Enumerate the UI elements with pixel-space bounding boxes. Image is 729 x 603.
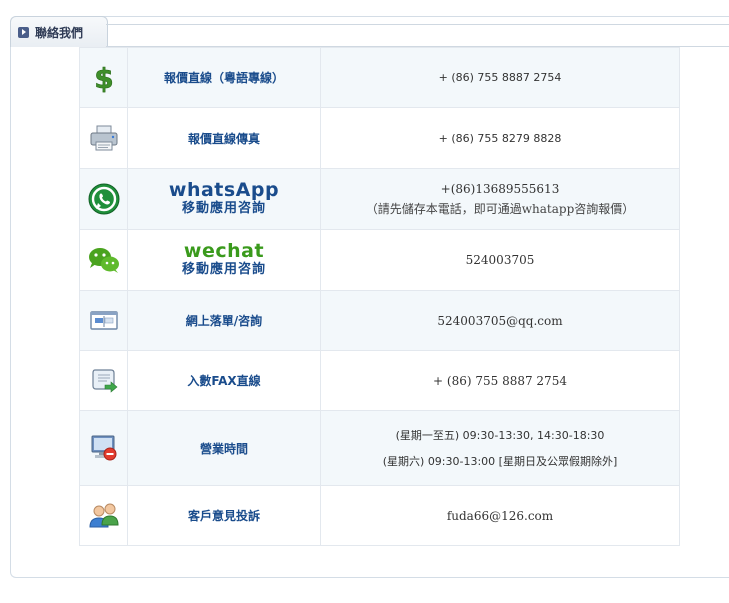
row-label: 報價直線傳真 — [187, 131, 260, 146]
row-label: 入數FAX直線 — [187, 374, 261, 388]
fax-line-value: + (86) 755 8887 2754 — [433, 373, 567, 388]
fax-machine-icon — [89, 124, 119, 152]
hours-weekday: (星期一至五) 09:30-13:30, 14:30-18:30 — [395, 429, 605, 442]
wechat-label: wechat — [183, 240, 265, 262]
table-row: 網上落單/咨詢 524003705@qq.com — [80, 291, 680, 351]
complaint-email: fuda66@126.com — [446, 508, 554, 523]
whatsapp-number: +(86)13689555613 — [440, 181, 560, 196]
row-label: 網上落單/咨詢 — [185, 314, 263, 328]
whatsapp-note: （請先儲存本電話，即可通過whatapp咨詢報價） — [365, 201, 635, 216]
email-value: 524003705@qq.com — [437, 313, 563, 328]
table-row: 客戶意見投訴 fuda66@126.com — [80, 486, 680, 546]
hours-saturday: (星期六) 09:30-13:00 [星期日及公眾假期除外] — [382, 455, 618, 468]
customer-feedback-icon — [88, 501, 120, 531]
svg-text:$: $ — [94, 63, 113, 93]
table-row: wechat 移動應用咨詢 524003705 — [80, 230, 680, 291]
row-label: 營業時間 — [199, 441, 248, 456]
row-label: 報價直線（粵語專線） — [163, 71, 284, 85]
contact-table: $ 報價直線（粵語專線） + (86) 755 8887 2754 報價直線傳真… — [79, 47, 680, 546]
table-row: 營業時間 (星期一至五) 09:30-13:30, 14:30-18:30 (星… — [80, 411, 680, 486]
online-form-icon — [89, 309, 119, 333]
table-row: $ 報價直線（粵語專線） + (86) 755 8887 2754 — [80, 48, 680, 108]
panel-title: 聯絡我們 — [35, 25, 84, 40]
play-icon — [18, 26, 29, 38]
wechat-id: 524003705 — [465, 253, 535, 267]
fax-document-icon — [89, 367, 119, 395]
panel-tab: 聯絡我們 — [10, 16, 108, 47]
table-row: whatsApp 移動應用咨詢 +(86)13689555613 （請先儲存本電… — [80, 169, 680, 230]
table-row: 報價直線傳真 + (86) 755 8279 8828 — [80, 108, 680, 169]
table-row: 入數FAX直線 + (86) 755 8887 2754 — [80, 351, 680, 411]
row-label: 移動應用咨詢 — [181, 262, 266, 277]
row-label: 移動應用咨詢 — [181, 201, 266, 216]
business-hours-icon — [89, 433, 119, 463]
phone-value: + (86) 755 8887 2754 — [438, 71, 562, 84]
wechat-icon — [86, 244, 122, 276]
dollar-icon: $ — [92, 63, 116, 93]
whatsapp-label: whatsApp — [168, 179, 280, 201]
row-label: 客戶意見投訴 — [187, 509, 260, 523]
whatsapp-icon — [87, 182, 121, 216]
fax-value: + (86) 755 8279 8828 — [438, 131, 562, 145]
tab-divider-top — [106, 24, 729, 25]
